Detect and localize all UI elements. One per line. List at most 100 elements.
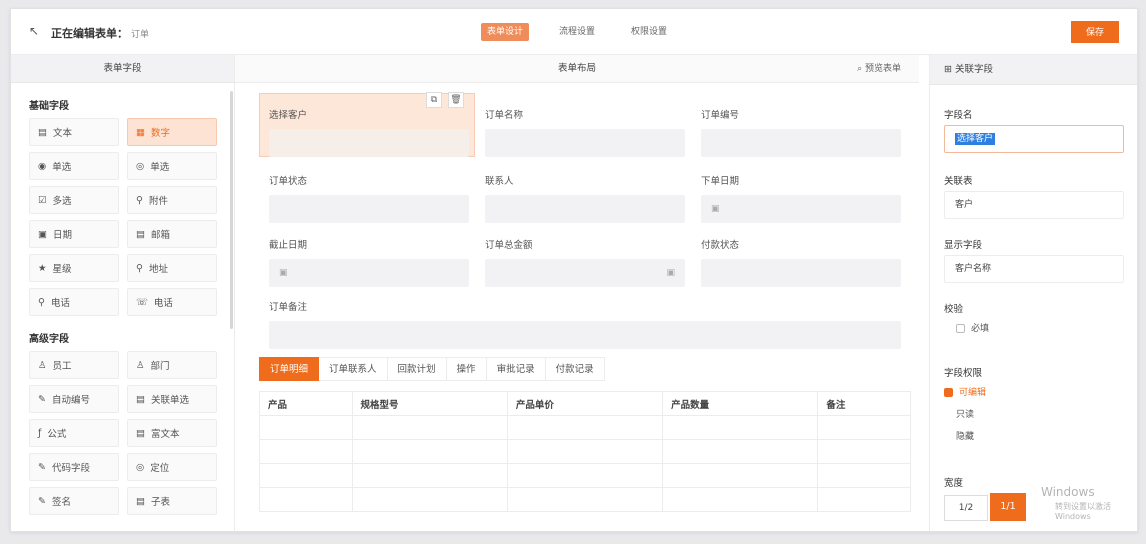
palette-item-phone[interactable]: ☏ 电话 [127,288,217,316]
form-field-deadline[interactable]: 截止日期 ▣ [269,237,469,287]
table-row[interactable] [259,487,911,512]
deadline-input[interactable]: ▣ [269,259,469,287]
col-unit-price: 产品单价 [506,391,664,416]
table-row[interactable] [259,439,911,464]
perm-readonly[interactable]: 只读 [956,407,974,420]
preview-form-link[interactable]: ⌕ 预览表单 [857,55,901,83]
form-field-order-status[interactable]: 订单状态 [269,173,469,223]
field-name-value: 选择客户 [955,133,996,145]
palette-item-radio[interactable]: ◉ 单选 [29,152,119,180]
order-number-input[interactable] [701,129,901,157]
subtab-payment-plan[interactable]: 回款计划 [387,357,447,381]
select-icon: ◎ [136,160,145,172]
tab-permission-settings[interactable]: 权限设置 [625,23,673,41]
form-field-customer[interactable]: 选择客户 [269,107,469,157]
save-button[interactable]: 保存 [1071,21,1119,43]
width-label: 宽度 [944,478,964,489]
palette-item-number[interactable]: ▦ 数字 [127,118,217,146]
delete-icon[interactable]: 🗑 [448,92,464,108]
radio-icon: ◉ [38,160,47,172]
basic-fields-title: 基础字段 [29,101,69,112]
perm-hidden[interactable]: 隐藏 [956,429,974,442]
calendar-icon: ▣ [38,228,47,240]
form-field-order-date[interactable]: 下单日期 ▣ [701,173,901,223]
document-icon: ▤ [136,427,145,439]
palette-item-single-select[interactable]: ◎ 单选 [127,152,217,180]
subtab-approval-records[interactable]: 审批记录 [486,357,546,381]
palette-item-address[interactable]: ⚲ 地址 [127,254,217,282]
field-name-input[interactable]: 选择客户 [944,125,1124,153]
display-field-select[interactable]: 客户名称 [944,255,1124,283]
order-date-input[interactable]: ▣ [701,195,901,223]
palette-item-email[interactable]: ▤ 邮箱 [127,220,217,248]
field-properties: ⊞ 关联字段 字段名 选择客户 关联表 客户 显示字段 客户名称 校验 必填 字… [929,55,1137,531]
palette-item-attachment[interactable]: ⚲ 附件 [127,186,217,214]
form-field-total-amount[interactable]: 订单总金额 ▣ [485,237,685,287]
back-arrow-icon[interactable]: ↖ [29,24,39,38]
subtab-order-details[interactable]: 订单明细 [259,357,320,381]
order-status-input[interactable] [269,195,469,223]
form-field-remark[interactable]: 订单备注 [269,299,901,349]
link-icon: ▤ [136,393,145,405]
palette-item-rich-text[interactable]: ▤ 富文本 [127,419,217,447]
basic-fields-grid: ▤ 文本 ▦ 数字 ◉ 单选 ◎ 单选 ☑ 多选 ⚲ 附件 ▣ 日期 ▤ 邮箱 ★ 星级 ⚲ 地址 … [11,118,234,316]
palette-item-formula[interactable]: ƒ 公式 [29,419,119,447]
total-amount-input[interactable]: ▣ [485,259,685,287]
palette-item-subtable[interactable]: ▤ 子表 [127,487,217,515]
form-field-payment-status[interactable]: 付款状态 [701,237,901,287]
palette-item-relation[interactable]: ▤ 关联单选 [127,385,217,413]
tab-flow-settings[interactable]: 流程设置 [553,23,601,41]
form-field-order-name[interactable]: 订单名称 [485,107,685,157]
palette-item-text[interactable]: ▤ 文本 [29,118,119,146]
col-product: 产品 [259,391,353,416]
page-title: 正在编辑表单： [51,27,128,40]
palette-scrollbar[interactable] [230,91,233,329]
table-row[interactable] [259,415,911,440]
required-checkbox[interactable]: 必填 [956,321,989,334]
contact-input[interactable] [485,195,685,223]
text-icon: ▤ [38,126,47,138]
customer-input[interactable] [269,129,469,157]
palette-title: 表单字段 [11,55,234,83]
palette-item-phone-a[interactable]: ⚲ 电话 [29,288,119,316]
palette-item-employee[interactable]: ♙ 员工 [29,351,119,379]
form-field-contact[interactable]: 联系人 [485,173,685,223]
perm-editable[interactable]: 可编辑 [944,385,986,398]
subtab-payment-records[interactable]: 付款记录 [545,357,605,381]
remark-input[interactable] [269,321,901,349]
location-icon: ⚲ [136,262,143,274]
copy-icon[interactable]: ⧉ [426,92,442,108]
field-name-label: 字段名 [944,110,973,121]
col-quantity: 产品数量 [662,391,819,416]
windows-watermark: Windows [1041,485,1095,499]
validation-label: 校验 [944,304,964,315]
form-field-order-number[interactable]: 订单编号 [701,107,901,157]
team-icon: ♙ [136,359,145,371]
checked-icon [944,388,953,397]
col-spec: 规格型号 [351,391,508,416]
palette-item-multi-select[interactable]: ☑ 多选 [29,186,119,214]
star-icon: ★ [38,262,47,274]
subtab-operation[interactable]: 操作 [446,357,487,381]
email-icon: ▤ [136,228,145,240]
field-palette: 表单字段 基础字段 ▤ 文本 ▦ 数字 ◉ 单选 ◎ 单选 ☑ 多选 ⚲ 附件 ▣ 日期 ▤ 邮… [11,55,235,531]
palette-item-department[interactable]: ♙ 部门 [127,351,217,379]
palette-item-code[interactable]: ✎ 代码字段 [29,453,119,481]
payment-status-input[interactable] [701,259,901,287]
palette-item-location[interactable]: ◎ 定位 [127,453,217,481]
palette-item-date[interactable]: ▣ 日期 [29,220,119,248]
windows-activate-text: 转到设置以激活 Windows [1055,502,1111,521]
width-half-option[interactable]: 1/2 [944,495,988,521]
app-frame: ↖ 正在编辑表单： 订单 表单设计 流程设置 权限设置 保存 表单字段 基础字段… [10,8,1138,532]
tab-form-design[interactable]: 表单设计 [481,23,530,41]
palette-item-rating[interactable]: ★ 星级 [29,254,119,282]
table-row[interactable] [259,463,911,488]
form-name: 订单 [131,30,150,40]
subtab-order-contacts[interactable]: 订单联系人 [319,357,388,381]
width-full-option[interactable]: 1/1 [990,493,1026,521]
palette-item-signature[interactable]: ✎ 签名 [29,487,119,515]
relation-table-select[interactable]: 客户 [944,191,1124,219]
order-name-input[interactable] [485,129,685,157]
top-tabs: 表单设计 流程设置 权限设置 [481,23,673,41]
palette-item-auto-number[interactable]: ✎ 自动编号 [29,385,119,413]
